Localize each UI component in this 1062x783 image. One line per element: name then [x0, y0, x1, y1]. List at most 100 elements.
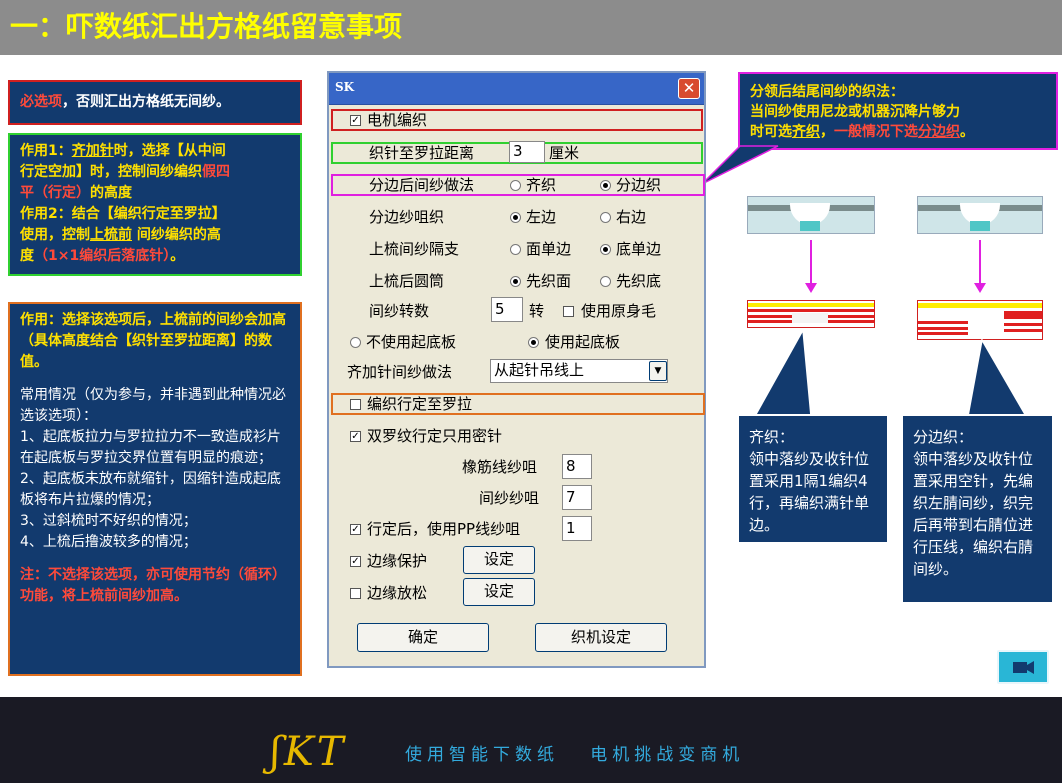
note-span: 。	[960, 124, 974, 140]
note-line: 时可选齐织，一般情况下选分边织。	[750, 122, 1046, 142]
note-required-text: ，否则汇出方格纸无间纱。	[62, 94, 230, 110]
motor-knit-label: 电机编织	[367, 111, 428, 129]
bottom-single-radio[interactable]	[600, 244, 611, 255]
note-knit-to-roller: 作用：选择该选项后，上梳前的间纱会加高（具体高度结合【织针至罗拉距离】的数值。 …	[8, 302, 302, 676]
diagram-result-split	[917, 300, 1043, 340]
face-single-label: 面单边	[526, 240, 572, 258]
diagram-result-even	[747, 300, 875, 328]
page-title: 一：吓数纸汇出方格纸留意事项	[10, 10, 403, 43]
face-single-radio[interactable]	[510, 244, 521, 255]
diagram-neck-left	[747, 196, 875, 234]
note-split-knit: 分边织： 领中落纱及收针位置采用空针，先编织左腈间纱，织完后再带到右腈位进行压线…	[901, 414, 1054, 604]
arrow-head	[805, 283, 817, 293]
double-rib-label: 双罗纹行定只用密针	[367, 427, 503, 445]
edge-protect-checkbox[interactable]: ✓	[350, 556, 361, 567]
split-sides-radio[interactable]	[600, 180, 611, 191]
note-span: 假四	[202, 164, 230, 180]
no-board-radio[interactable]	[350, 337, 361, 348]
edge-loose-label: 边缘放松	[367, 584, 428, 602]
note-span: ，	[820, 124, 834, 140]
gap-yarn-input[interactable]: 7	[562, 485, 592, 510]
first-bottom-label: 先织底	[616, 272, 662, 290]
note-distance: 作用1：齐加针时，选择【从中间 行定空加】时，控制间纱编织假四 平（行定）的高度…	[8, 133, 302, 276]
knit-to-roller-checkbox[interactable]	[350, 399, 361, 410]
footer-bar	[0, 697, 1062, 783]
rubber-yarn-label: 橡筋线纱咀	[462, 458, 538, 476]
machine-settings-button[interactable]: 织机设定	[535, 623, 667, 652]
arrow-down	[810, 240, 812, 284]
edge-protect-label: 边缘保护	[367, 552, 428, 570]
round-label: 上梳后圆筒	[369, 272, 445, 290]
turns-input[interactable]: 5	[491, 297, 523, 322]
sk-dialog: SK ✕ ✓ 电机编织 织针至罗拉距离 3 厘米 分边后间纱做法 齐织 分边织 …	[327, 71, 706, 668]
first-face-label: 先织面	[526, 272, 572, 290]
use-board-radio[interactable]	[528, 337, 539, 348]
after-pp-input[interactable]: 1	[562, 516, 592, 541]
diagram-yarn-yellow	[748, 303, 874, 307]
note-body: 领中落纱及收针位置采用1隔1编织4行，再编织满针单边。	[749, 450, 870, 534]
arrow-head	[974, 283, 986, 293]
edge-loose-checkbox[interactable]	[350, 588, 361, 599]
note-span: 间纱编织的高	[132, 227, 221, 243]
ok-button[interactable]: 确定	[357, 623, 489, 652]
list-item: 4、上梳后撸波较多的情况；	[20, 534, 197, 550]
diagram-yarn-red	[748, 309, 874, 312]
footer-slogan: 使用智能下数纸 电机挑战变商机	[405, 745, 745, 765]
note-body: 领中落纱及收针位置采用空针，先编织左腈间纱，织完后再带到右腈位进行压线，编织右腈…	[913, 450, 1034, 578]
knit-to-roller-label: 编织行定至罗拉	[367, 395, 473, 413]
dialog-title: SK	[335, 80, 355, 94]
right-side-radio[interactable]	[600, 212, 611, 223]
note-paragraph: 作用：选择该选项后，上梳前的间纱会加高（具体高度结合【织针至罗拉距离】的数值。	[20, 312, 286, 370]
callout-pointer	[967, 338, 1028, 417]
diagram-block	[800, 221, 820, 231]
diagram-yarn-yellow	[918, 303, 1042, 308]
note-line: 使用，控制上梳前 间纱编织的高	[20, 225, 290, 246]
left-side-radio[interactable]	[510, 212, 521, 223]
note-line: 行定空加】时，控制间纱编织假四	[20, 162, 290, 183]
turns-label: 间纱转数	[369, 302, 430, 320]
note-paragraph: 注：不选择该选项，亦可使用节约（循环）功能，将上梳前间纱加高。	[20, 567, 286, 604]
list-item: 3、过斜梳时不好织的情况；	[20, 513, 197, 529]
edge-loose-settings-button[interactable]: 设定	[463, 578, 535, 606]
inc-method-value: 从起针吊线上	[494, 361, 585, 379]
callout-pointer	[753, 328, 812, 417]
rubber-yarn-input[interactable]: 8	[562, 454, 592, 479]
diagram-block	[970, 221, 990, 231]
comb-gap-label: 上梳间纱隔支	[369, 240, 460, 258]
note-required-keyword: 必选项	[20, 94, 62, 110]
close-button[interactable]: ✕	[678, 78, 700, 99]
list-item: 2、起底板未放布就缩针，因缩针造成起底板将布片拉爆的情况；	[20, 471, 281, 508]
chevron-down-icon[interactable]: ▼	[649, 361, 667, 381]
double-rib-checkbox[interactable]: ✓	[350, 431, 361, 442]
bottom-single-label: 底单边	[616, 240, 662, 258]
split-method-label: 分边后间纱做法	[369, 176, 475, 194]
inc-method-select[interactable]: 从起针吊线上	[490, 359, 668, 383]
note-span: （1×1编织后落底针）	[34, 248, 171, 264]
note-span: 度	[20, 248, 34, 264]
first-bottom-radio[interactable]	[600, 276, 611, 287]
note-span: 时，选择【从中间	[113, 143, 226, 159]
distance-input[interactable]: 3	[509, 141, 545, 163]
own-wool-checkbox[interactable]	[563, 306, 574, 317]
note-span: 上梳前	[90, 227, 132, 243]
split-even-radio[interactable]	[510, 180, 521, 191]
note-span: 使用，控制	[20, 227, 90, 243]
note-span: 时可选	[750, 124, 792, 140]
diagram-gap	[792, 313, 828, 323]
callout-pointer	[701, 145, 779, 185]
note-span: 的高度	[90, 185, 132, 201]
distance-unit: 厘米	[549, 144, 580, 162]
arrow-down	[979, 240, 981, 284]
edge-protect-settings-button[interactable]: 设定	[463, 546, 535, 574]
note-span: 作用1：	[20, 143, 72, 159]
note-span: 一般情况下选	[834, 124, 918, 140]
dialog-titlebar[interactable]	[329, 73, 704, 105]
first-face-radio[interactable]	[510, 276, 521, 287]
note-line: 平（行定）的高度	[20, 183, 290, 204]
diagram-yarn-red	[918, 332, 968, 335]
after-pp-checkbox[interactable]: ✓	[350, 524, 361, 535]
use-board-label: 使用起底板	[545, 333, 621, 351]
note-line: 分领后结尾间纱的织法：	[750, 84, 904, 100]
motor-knit-checkbox[interactable]: ✓	[350, 115, 361, 126]
video-camera-button[interactable]	[997, 650, 1049, 684]
